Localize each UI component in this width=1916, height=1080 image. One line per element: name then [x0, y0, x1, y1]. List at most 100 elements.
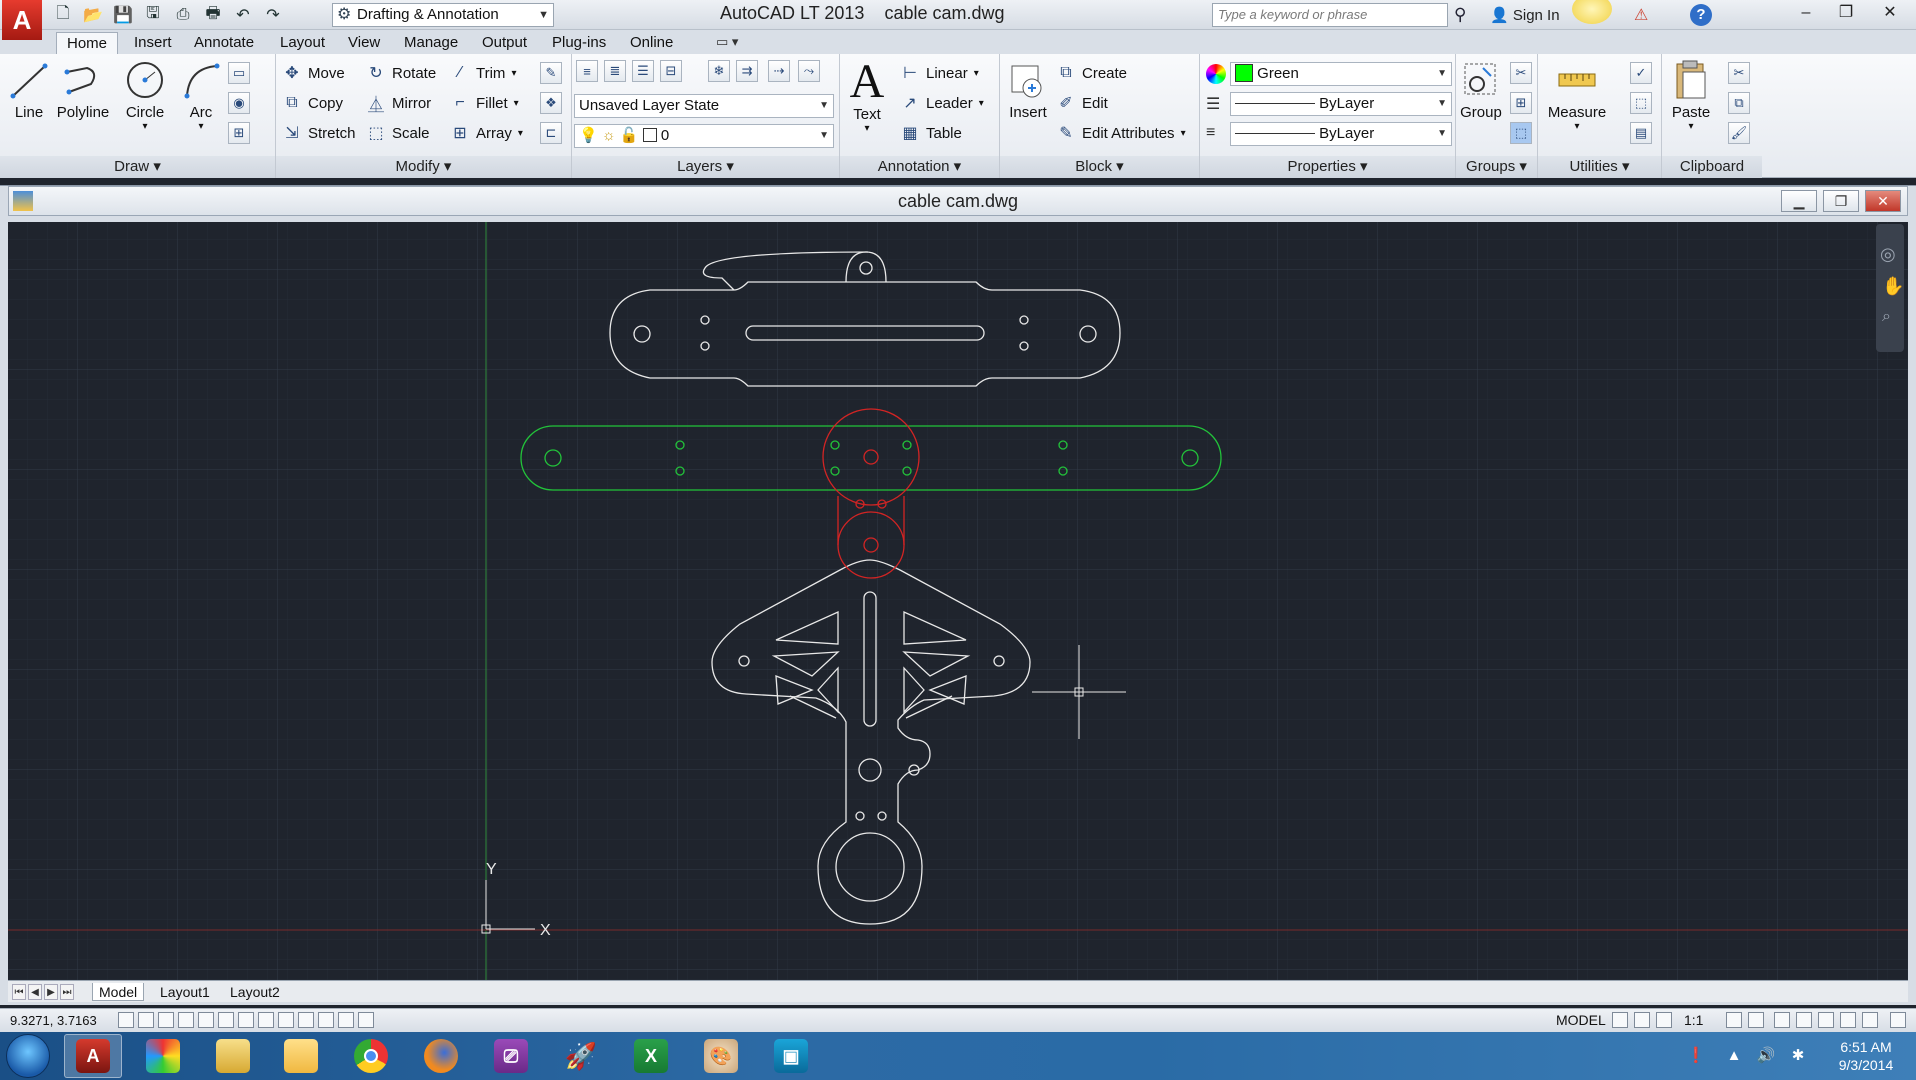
- taskbar-chrome[interactable]: [342, 1034, 400, 1078]
- zoom-icon[interactable]: ⌕: [1882, 308, 1891, 326]
- circle-button[interactable]: Circle ▾: [118, 58, 172, 132]
- undo-icon[interactable]: ↶: [230, 3, 256, 27]
- start-button[interactable]: [6, 1034, 50, 1078]
- show-hidden-icons-icon[interactable]: ▲: [1724, 1046, 1744, 1066]
- polyline-button[interactable]: Polyline: [54, 58, 112, 121]
- workspace-dropdown[interactable]: ⚙ Drafting & Annotation ▼: [332, 3, 554, 27]
- save-icon[interactable]: 💾: [110, 3, 136, 27]
- annotation-panel-title[interactable]: Annotation ▾: [840, 156, 999, 178]
- insert-block-button[interactable]: Insert: [1002, 58, 1054, 121]
- prev-layout-button[interactable]: ◀: [28, 984, 42, 1000]
- quick-properties-icon[interactable]: [318, 1012, 334, 1028]
- exchange-icon[interactable]: [1572, 0, 1612, 24]
- draw-panel-title[interactable]: Draw ▾: [0, 156, 275, 178]
- color-wheel-icon[interactable]: [1206, 64, 1226, 84]
- copy-button[interactable]: ⧉ Copy: [282, 90, 343, 116]
- pan-hand-icon[interactable]: ✋: [1882, 276, 1904, 297]
- mirror-button[interactable]: ⏅ Mirror: [366, 90, 431, 116]
- layers-panel-title[interactable]: Layers ▾: [572, 156, 839, 178]
- scale-button[interactable]: ⬚ Scale: [366, 120, 429, 146]
- status-bar-menu-icon[interactable]: [1862, 1012, 1878, 1028]
- transparency-icon[interactable]: [298, 1012, 314, 1028]
- steering-wheel-icon[interactable]: ◎: [1880, 244, 1896, 265]
- lock-ui-icon[interactable]: [1796, 1012, 1812, 1028]
- erase-icon[interactable]: ✎: [540, 62, 562, 84]
- show-lineweight-icon[interactable]: [278, 1012, 294, 1028]
- minimize-button[interactable]: –: [1786, 0, 1826, 28]
- array-button[interactable]: ⊞ Array ▾: [450, 120, 523, 146]
- drawing-close-button[interactable]: ✕: [1865, 190, 1901, 212]
- tab-view[interactable]: View: [338, 32, 390, 54]
- tab-insert[interactable]: Insert: [124, 32, 182, 54]
- taskbar-excel[interactable]: X: [622, 1034, 680, 1078]
- layer-stack-icon[interactable]: ≣: [604, 60, 626, 82]
- taskbar-autocad-lt[interactable]: A: [64, 1034, 122, 1078]
- autodesk-exchange-apps-icon[interactable]: ⚠: [1634, 5, 1648, 25]
- cut-icon[interactable]: ✂: [1728, 62, 1750, 84]
- tab-home[interactable]: Home: [56, 32, 119, 54]
- layer-freeze-icon[interactable]: ❄: [708, 60, 730, 82]
- stretch-button[interactable]: ⇲ Stretch: [282, 120, 355, 146]
- taskbar-media-app[interactable]: ▣: [762, 1034, 820, 1078]
- calculator-icon[interactable]: ▤: [1630, 122, 1652, 144]
- quick-view-drawings-icon[interactable]: [1634, 1012, 1650, 1028]
- hardware-acceleration-icon[interactable]: [1818, 1012, 1834, 1028]
- tab-plug-ins[interactable]: Plug-ins: [542, 32, 616, 54]
- fillet-button[interactable]: ⌐ Fillet ▾: [450, 90, 518, 116]
- dynamic-input-icon[interactable]: [258, 1012, 274, 1028]
- publish-icon[interactable]: ⎙: [170, 3, 196, 27]
- layer-walk-icon[interactable]: ⇢: [768, 60, 790, 82]
- object-snap-tracking-icon[interactable]: [218, 1012, 234, 1028]
- arc-button[interactable]: Arc ▾: [174, 58, 228, 132]
- region-icon[interactable]: ⊞: [228, 122, 250, 144]
- layer-match-icon[interactable]: ⇉: [736, 60, 758, 82]
- tab-online[interactable]: Online: [620, 32, 683, 54]
- rotate-button[interactable]: ↻ Rotate: [366, 60, 436, 86]
- close-button[interactable]: ✕: [1870, 0, 1910, 28]
- lineweight-dropdown[interactable]: ByLayer ▼: [1230, 122, 1452, 146]
- first-layout-button[interactable]: ⏮: [12, 984, 26, 1000]
- help-button[interactable]: ?: [1690, 4, 1712, 26]
- last-layout-button[interactable]: ⏭: [60, 984, 74, 1000]
- taskbar-firefox[interactable]: [412, 1034, 470, 1078]
- group-edit-icon[interactable]: ⊞: [1510, 92, 1532, 114]
- clean-screen-icon[interactable]: [1890, 1012, 1906, 1028]
- layer-dropdown[interactable]: 💡 ☼ 🔓 0 ▼: [574, 124, 834, 148]
- trim-button[interactable]: ⁄ Trim ▾: [450, 60, 517, 86]
- system-clock[interactable]: 6:51 AM 9/3/2014: [1822, 1038, 1910, 1074]
- utilities-panel-title[interactable]: Utilities ▾: [1538, 156, 1661, 178]
- ribbon-minimize-icon[interactable]: ▭ ▾: [716, 34, 738, 50]
- print-icon[interactable]: 🖶: [200, 3, 226, 27]
- annotation-visibility-icon[interactable]: [1726, 1012, 1742, 1028]
- copy-clip-icon[interactable]: ⧉: [1728, 92, 1750, 114]
- next-layout-button[interactable]: ▶: [44, 984, 58, 1000]
- tab-manage[interactable]: Manage: [394, 32, 468, 54]
- quick-select-icon[interactable]: ✓: [1630, 62, 1652, 84]
- move-button[interactable]: ✥ Move: [282, 60, 344, 86]
- tab-layout1[interactable]: Layout1: [154, 983, 216, 1001]
- model-space-toggle[interactable]: MODEL: [1556, 1012, 1606, 1028]
- tab-layout2[interactable]: Layout2: [224, 983, 286, 1001]
- application-menu-button[interactable]: A: [2, 0, 42, 40]
- drawing-restore-button[interactable]: ❐: [1823, 190, 1859, 212]
- object-snap-icon[interactable]: [198, 1012, 214, 1028]
- action-center-alert-icon[interactable]: ❗: [1686, 1046, 1706, 1066]
- edit-block-button[interactable]: ✐ Edit: [1056, 90, 1108, 116]
- isolate-objects-icon[interactable]: [1840, 1012, 1856, 1028]
- binoculars-search-icon[interactable]: ⚲: [1454, 5, 1466, 25]
- help-search-input[interactable]: Type a keyword or phrase: [1212, 3, 1448, 27]
- annotation-scale-icon[interactable]: [1656, 1012, 1672, 1028]
- taskbar-paint-colors[interactable]: [134, 1034, 192, 1078]
- select-all-icon[interactable]: ⬚: [1630, 92, 1652, 114]
- groups-panel-title[interactable]: Groups ▾: [1456, 156, 1537, 178]
- restore-button[interactable]: ❐: [1826, 0, 1866, 28]
- ortho-mode-icon[interactable]: [158, 1012, 174, 1028]
- open-file-icon[interactable]: 📂: [80, 3, 106, 27]
- snap-mode-icon[interactable]: [118, 1012, 134, 1028]
- edit-attributes-button[interactable]: ✎ Edit Attributes ▾: [1056, 120, 1185, 146]
- taskbar-file-explorer[interactable]: [204, 1034, 262, 1078]
- layer-isolate-icon[interactable]: ☰: [632, 60, 654, 82]
- measure-button[interactable]: Measure ▾: [1540, 58, 1614, 132]
- color-dropdown[interactable]: Green ▼: [1230, 62, 1452, 86]
- taskbar-outlook-notes[interactable]: [272, 1034, 330, 1078]
